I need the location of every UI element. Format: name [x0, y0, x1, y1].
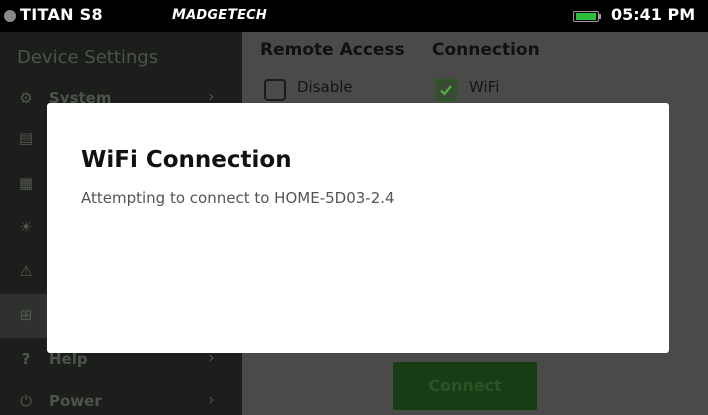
gear-icon: ⚙: [19, 89, 33, 107]
disable-label: Disable: [297, 78, 353, 96]
brand-logo: MADGETECH: [172, 7, 267, 23]
status-bar: TITAN S8 MADGETECH 05:41 PM: [0, 0, 708, 32]
wifi-label: WiFi: [469, 78, 500, 96]
calendar-icon: ▦: [18, 174, 34, 192]
dialog-message: Attempting to connect to HOME-5D03-2.4: [81, 189, 395, 207]
power-icon: ⏻: [20, 392, 32, 410]
sidebar-item-label: Power: [49, 392, 102, 410]
sidebar-title: Device Settings: [17, 47, 159, 68]
brightness-icon: ☀: [19, 218, 33, 236]
wifi-connection-dialog: WiFi Connection Attempting to connect to…: [47, 103, 669, 353]
sidebar-item-power[interactable]: ⏻ Power ›: [0, 380, 242, 415]
battery-icon: [573, 11, 599, 22]
alarm-icon: ⚠: [19, 262, 33, 280]
connection-heading: Connection: [432, 40, 540, 60]
remote-access-heading: Remote Access: [260, 40, 405, 60]
status-indicator-icon: [4, 10, 16, 22]
dialog-title: WiFi Connection: [81, 147, 292, 173]
clock: 05:41 PM: [611, 5, 696, 24]
battery-tip: [599, 14, 601, 19]
disable-checkbox[interactable]: [264, 79, 286, 101]
help-icon: ?: [21, 350, 31, 368]
chevron-right-icon: ›: [208, 390, 215, 410]
wifi-checkbox[interactable]: [435, 79, 457, 101]
checkmark-icon: [440, 85, 452, 96]
save-icon: ▤: [18, 129, 34, 147]
connect-button[interactable]: Connect: [393, 362, 537, 410]
device-name: TITAN S8: [20, 5, 103, 24]
network-icon: ⊞: [19, 306, 33, 324]
